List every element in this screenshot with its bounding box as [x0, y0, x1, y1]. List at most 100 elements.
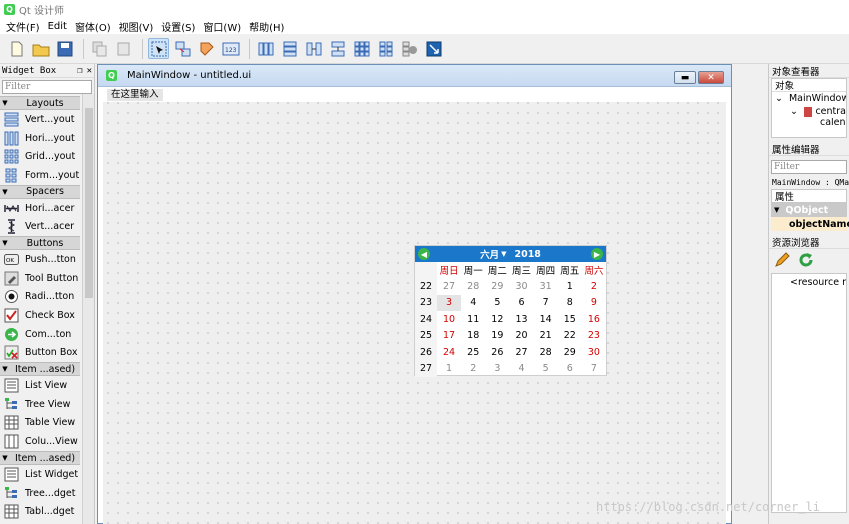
calendar-day[interactable]: 24 — [437, 344, 461, 360]
calendar-day[interactable]: 3 — [437, 294, 462, 312]
widget-category-header[interactable]: ▼ Item ...ased) — [0, 451, 80, 465]
tree-row-centralwidget[interactable]: ⌄ centra — [772, 105, 846, 118]
edit-buddies-icon[interactable] — [196, 38, 217, 59]
calendar-day[interactable]: 30 — [582, 344, 606, 360]
menu-form[interactable]: 窗体(O) — [73, 19, 117, 34]
calendar-month[interactable]: 六月 — [480, 247, 499, 261]
calendar-day[interactable]: 14 — [534, 311, 558, 327]
calendar-day[interactable]: 21 — [534, 328, 558, 344]
layout-grid-icon[interactable] — [351, 38, 372, 59]
expand-arrow-icon[interactable]: ⌄ — [790, 106, 798, 117]
paste-disabled-icon[interactable] — [113, 38, 134, 59]
calendar-widget[interactable]: ◀ 六月 ▼ 2018 ▶ 周日 周一 周二 周三 周四 周五 周六 22 27 28 29 30 31… — [414, 245, 607, 377]
widget-item[interactable]: Tool Button — [0, 269, 80, 288]
calendar-day[interactable]: 15 — [558, 311, 582, 327]
widget-item[interactable]: Button Box — [0, 344, 80, 363]
calendar-day[interactable]: 11 — [461, 311, 485, 327]
scrollbar-thumb[interactable] — [85, 108, 93, 298]
edit-tab-order-icon[interactable]: 123 — [220, 38, 241, 59]
widget-item[interactable]: Com...ton — [0, 325, 80, 344]
calendar-day[interactable]: 28 — [461, 278, 485, 294]
calendar-day[interactable]: 26 — [485, 344, 509, 360]
copy-disabled-icon[interactable] — [89, 38, 110, 59]
widget-item[interactable]: Grid...yout — [0, 147, 80, 166]
month-dropdown-icon[interactable]: ▼ — [501, 250, 506, 258]
calendar-day[interactable]: 6 — [509, 295, 533, 311]
widget-category-header[interactable]: ▼ Layouts — [0, 96, 80, 110]
edit-widgets-icon[interactable] — [148, 38, 169, 59]
layout-horizontal-icon[interactable] — [255, 38, 276, 59]
calendar-day[interactable]: 23 — [582, 328, 606, 344]
open-folder-icon[interactable] — [30, 38, 51, 59]
property-group-qobject[interactable]: ▼ QObject — [771, 203, 847, 217]
calendar-day[interactable]: 29 — [558, 344, 582, 360]
form-window-titlebar[interactable]: Q MainWindow - untitled.ui ▬ ✕ — [98, 65, 731, 87]
calendar-day[interactable]: 19 — [485, 328, 509, 344]
break-layout-icon[interactable] — [399, 38, 420, 59]
calendar-day[interactable]: 18 — [461, 328, 485, 344]
minimize-button[interactable]: ▬ — [674, 71, 696, 84]
widget-item[interactable]: OK Push...tton — [0, 250, 80, 269]
calendar-day[interactable]: 4 — [509, 360, 533, 376]
layout-vertical-splitter-icon[interactable] — [327, 38, 348, 59]
calendar-day[interactable]: 3 — [485, 360, 509, 376]
calendar-day[interactable]: 16 — [582, 311, 606, 327]
widget-category-header[interactable]: ▼ Spacers — [0, 184, 80, 199]
menu-settings[interactable]: 设置(S) — [159, 19, 201, 34]
next-month-icon[interactable]: ▶ — [591, 248, 603, 260]
float-dock-icon[interactable]: ❐ — [77, 66, 82, 76]
collapse-arrow-icon[interactable]: ▼ — [774, 206, 779, 214]
calendar-day[interactable]: 8 — [558, 295, 582, 311]
widget-box-scrollbar[interactable] — [82, 94, 94, 524]
widget-filter-input[interactable]: Filter — [2, 80, 92, 94]
widget-item[interactable]: Table View — [0, 414, 80, 433]
close-dock-icon[interactable]: ✕ — [87, 66, 92, 76]
calendar-day[interactable]: 5 — [534, 360, 558, 376]
calendar-day[interactable]: 20 — [509, 328, 533, 344]
type-here-menu-item[interactable]: 在这里输入 — [107, 89, 163, 101]
calendar-day[interactable]: 2 — [461, 360, 485, 376]
layout-form-icon[interactable] — [375, 38, 396, 59]
edit-signals-slots-icon[interactable] — [172, 38, 193, 59]
menu-view[interactable]: 视图(V) — [117, 19, 160, 34]
widget-item[interactable]: Radi...tton — [0, 288, 80, 307]
save-icon[interactable] — [54, 38, 75, 59]
calendar-day[interactable]: 4 — [461, 295, 485, 311]
menu-edit[interactable]: Edit — [46, 21, 73, 32]
tree-row-calendar[interactable]: calend — [772, 118, 846, 126]
calendar-day[interactable]: 31 — [534, 278, 558, 294]
calendar-day[interactable]: 7 — [534, 295, 558, 311]
tree-row-mainwindow[interactable]: ⌄ MainWindow — [772, 92, 846, 105]
prev-month-icon[interactable]: ◀ — [418, 248, 430, 260]
calendar-day[interactable]: 25 — [461, 344, 485, 360]
layout-horizontal-splitter-icon[interactable] — [303, 38, 324, 59]
calendar-day[interactable]: 17 — [437, 328, 461, 344]
widget-item[interactable]: List View — [0, 376, 80, 395]
widget-item[interactable]: Colu...View — [0, 432, 80, 451]
calendar-day[interactable]: 29 — [485, 278, 509, 294]
layout-vertical-icon[interactable] — [279, 38, 300, 59]
widget-item[interactable]: Hori...acer — [0, 199, 80, 218]
calendar-day[interactable]: 10 — [437, 311, 461, 327]
widget-category-header[interactable]: ▼ Buttons — [0, 236, 80, 251]
calendar-year[interactable]: 2018 — [514, 249, 540, 260]
widget-item[interactable]: List Widget — [0, 465, 80, 484]
widget-item[interactable]: Form...yout — [0, 166, 80, 185]
menu-help[interactable]: 帮助(H) — [247, 19, 290, 34]
menu-window[interactable]: 窗口(W) — [201, 19, 247, 34]
calendar-day[interactable]: 12 — [485, 311, 509, 327]
widget-item[interactable]: Vert...acer — [0, 217, 80, 236]
reload-icon[interactable] — [797, 251, 815, 272]
edit-resources-icon[interactable] — [773, 251, 791, 272]
calendar-day[interactable]: 7 — [582, 360, 606, 376]
close-button[interactable]: ✕ — [698, 71, 724, 84]
property-filter-input[interactable]: Filter — [771, 160, 847, 174]
calendar-day[interactable]: 28 — [534, 344, 558, 360]
property-row-objectname[interactable]: objectName — [771, 217, 849, 231]
widget-item[interactable]: Tabl...dget — [0, 502, 80, 521]
widget-item[interactable]: Tree...dget — [0, 484, 80, 503]
calendar-day[interactable]: 27 — [437, 278, 461, 294]
widget-item[interactable]: Tree View — [0, 395, 80, 414]
calendar-day[interactable]: 22 — [558, 328, 582, 344]
widget-item[interactable]: Check Box — [0, 306, 80, 325]
